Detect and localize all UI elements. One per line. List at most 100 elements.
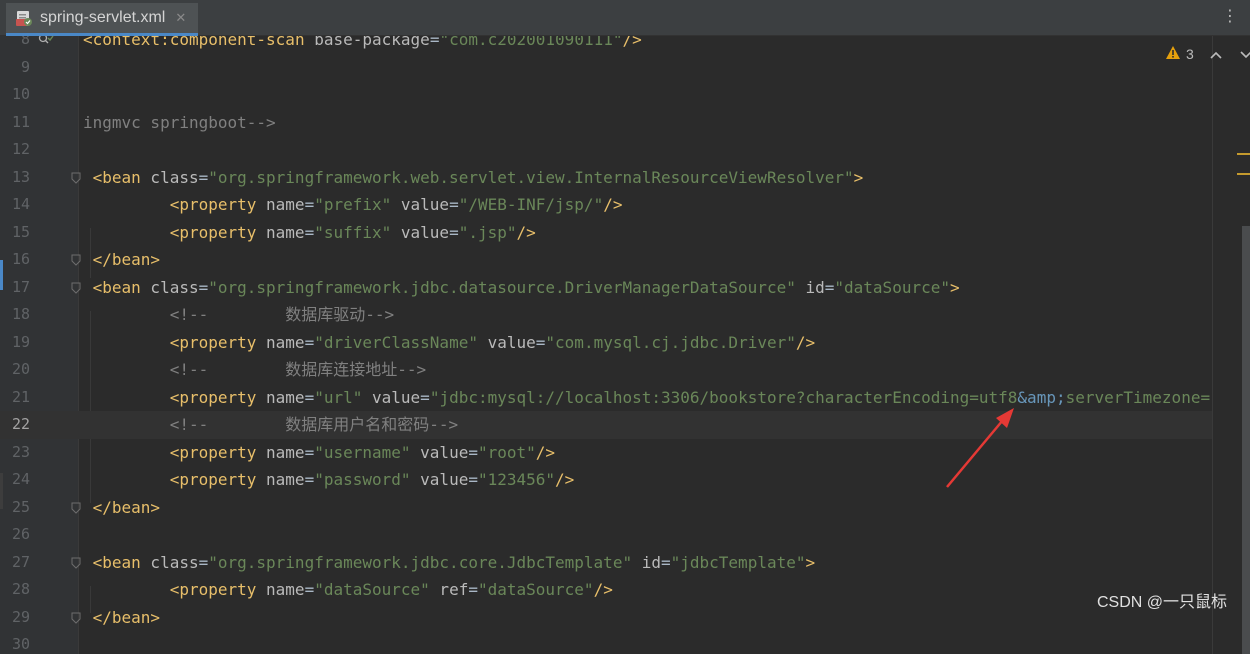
code-token: "/WEB-INF/jsp/": [458, 195, 604, 214]
code-token: name: [256, 222, 305, 242]
tab-spring-servlet-xml[interactable]: spring-servlet.xml ✕: [6, 3, 198, 36]
code-token: serverTimezone=: [1065, 387, 1211, 407]
code-token: ingmvc springboot-->: [83, 112, 276, 132]
line-number: 22: [11, 415, 30, 433]
code-line[interactable]: 9: [0, 54, 1212, 82]
code-text: <bean class="org.springframework.jdbc.co…: [83, 549, 816, 577]
code-token: </bean>: [83, 250, 161, 269]
code-token: name: [256, 442, 305, 462]
code-line[interactable]: 10: [0, 81, 1212, 109]
code-token: />: [593, 580, 613, 599]
line-number: 8: [20, 36, 30, 48]
code-token: name: [256, 580, 305, 599]
code-line[interactable]: 30: [0, 631, 1212, 654]
code-line[interactable]: 27 <bean class="org.springframework.jdbc…: [0, 549, 1212, 577]
code-token: <property: [83, 387, 257, 407]
code-token: =: [198, 552, 209, 572]
code-token: name: [256, 332, 305, 352]
code-token: >: [805, 552, 816, 572]
code-token: >: [949, 277, 960, 297]
code-line[interactable]: 21 <property name="url" value="jdbc:mysq…: [0, 384, 1212, 412]
code-token: <property: [83, 442, 257, 462]
code-token: </bean>: [83, 607, 161, 627]
code-line[interactable]: 22 <!-- 数据库用户名和密码-->: [0, 411, 1212, 439]
find-usages-gutter-icon[interactable]: [38, 36, 54, 47]
inspection-widget[interactable]: 3: [1166, 45, 1250, 63]
code-token: "username": [314, 442, 411, 462]
code-text: <bean class="org.springframework.jdbc.da…: [83, 274, 960, 302]
code-token: name: [256, 195, 305, 214]
code-line[interactable]: 15 <property name="suffix" value=".jsp"/…: [0, 219, 1212, 247]
code-line[interactable]: 13 <bean class="org.springframework.web.…: [0, 164, 1212, 192]
code-line[interactable]: 14 <property name="prefix" value="/WEB-I…: [0, 191, 1212, 219]
code-text: <context:component-scan base-package="co…: [83, 36, 642, 54]
code-token: value: [410, 442, 469, 462]
code-token: =: [198, 277, 209, 297]
code-text: </bean>: [83, 246, 160, 274]
code-token: />: [603, 195, 623, 214]
code-line[interactable]: 20 <!-- 数据库连接地址-->: [0, 356, 1212, 384]
code-token: id: [795, 277, 825, 297]
line-number: 18: [11, 305, 30, 323]
code-text: <property name="password" value="123456"…: [83, 466, 575, 494]
line-number: 13: [11, 167, 30, 186]
fold-marker-icon[interactable]: [71, 282, 81, 294]
fold-marker-icon[interactable]: [71, 612, 81, 624]
code-editor[interactable]: 8 <context:component-scan base-package="c…: [0, 36, 1250, 654]
line-number: 14: [11, 195, 30, 213]
code-text: </bean>: [83, 604, 160, 632]
more-options-icon[interactable]: ⋮: [1222, 8, 1238, 24]
code-line[interactable]: 24 <property name="password" value="1234…: [0, 466, 1212, 494]
code-text: <property name="dataSource" ref="dataSou…: [83, 576, 613, 604]
code-line[interactable]: 17 <bean class="org.springframework.jdbc…: [0, 274, 1212, 302]
code-token: />: [622, 36, 642, 49]
code-line[interactable]: 16 </bean>: [0, 246, 1212, 274]
line-number: 10: [11, 85, 30, 103]
previous-highlight-icon[interactable]: [1210, 46, 1222, 62]
line-number: 12: [11, 140, 30, 158]
code-line[interactable]: 11 ingmvc springboot-->: [0, 109, 1212, 137]
code-line[interactable]: 8 <context:component-scan base-package="c…: [0, 36, 1212, 54]
code-token: <!-- 数据库连接地址-->: [83, 360, 427, 379]
line-number: 20: [11, 360, 30, 378]
code-token: =: [304, 222, 315, 242]
fold-marker-icon[interactable]: [71, 502, 81, 514]
code-line[interactable]: 26: [0, 521, 1212, 549]
code-token: class: [140, 167, 199, 187]
code-token: "org.springframework.web.servlet.view.In…: [208, 167, 854, 187]
line-number: 9: [20, 57, 30, 76]
fold-marker-icon[interactable]: [71, 172, 81, 184]
code-token: "org.springframework.jdbc.datasource.Dri…: [208, 277, 796, 297]
code-token: <bean: [83, 552, 141, 572]
fold-marker-icon[interactable]: [71, 557, 81, 569]
code-line[interactable]: 12: [0, 136, 1212, 164]
warning-icon: [1166, 46, 1180, 62]
code-token: ref: [429, 580, 469, 599]
code-token: "prefix": [314, 195, 392, 214]
close-icon[interactable]: ✕: [175, 11, 186, 26]
code-line[interactable]: 19 <property name="driverClassName" valu…: [0, 329, 1212, 357]
code-line[interactable]: 29 </bean>: [0, 604, 1212, 632]
warning-marker[interactable]: [1237, 173, 1250, 175]
code-line[interactable]: 28 <property name="dataSource" ref="data…: [0, 576, 1212, 604]
code-text: <property name="prefix" value="/WEB-INF/…: [83, 191, 623, 219]
code-token: :component-scan: [160, 36, 305, 49]
code-text: <!-- 数据库连接地址-->: [83, 356, 427, 384]
fold-marker-icon[interactable]: [71, 254, 81, 266]
code-token: =: [535, 332, 546, 352]
next-highlight-icon[interactable]: [1240, 46, 1250, 62]
code-token: "jdbc:mysql://localhost:3306/bookstore?c…: [429, 387, 1018, 407]
code-line[interactable]: 23 <property name="username" value="root…: [0, 439, 1212, 467]
code-token: class: [140, 277, 199, 297]
vertical-scrollbar[interactable]: [1242, 226, 1250, 654]
code-line[interactable]: 25 </bean>: [0, 494, 1212, 522]
code-token: </bean>: [83, 497, 161, 517]
code-token: id: [632, 552, 661, 572]
code-token: <bean: [83, 167, 141, 187]
warning-marker[interactable]: [1237, 153, 1250, 155]
code-token: "com.c202001090111": [439, 36, 623, 49]
code-line[interactable]: 18 <!-- 数据库驱动-->: [0, 301, 1212, 329]
code-token: "123456": [477, 470, 556, 489]
code-token: "com.mysql.cj.jdbc.Driver": [545, 332, 796, 352]
code-token: "url": [314, 387, 363, 407]
